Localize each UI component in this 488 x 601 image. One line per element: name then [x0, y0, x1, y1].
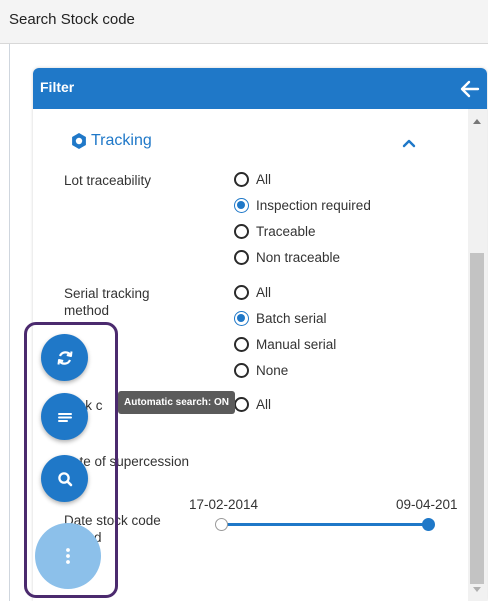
radio-button[interactable]	[234, 284, 249, 300]
radio-button[interactable]	[234, 362, 249, 378]
serial-option-manual-serial[interactable]: Manual serial	[234, 334, 336, 354]
serial-option-none[interactable]: None	[234, 360, 288, 380]
date-range-start: 17-02-2014	[189, 497, 259, 512]
gear-icon	[72, 133, 86, 149]
left-divider	[9, 44, 10, 601]
list-icon	[57, 412, 72, 422]
search-button[interactable]	[41, 455, 88, 502]
refresh-button[interactable]	[41, 334, 88, 381]
list-button[interactable]	[41, 393, 88, 440]
refresh-icon	[57, 350, 72, 365]
section-header-tracking[interactable]: Tracking	[70, 132, 152, 150]
lot-option-non-traceable[interactable]: Non traceable	[234, 247, 340, 267]
back-arrow-icon[interactable]	[456, 76, 484, 102]
serial-option-all[interactable]: All	[234, 282, 271, 302]
stock-code-option-all[interactable]: All	[234, 394, 271, 414]
date-range-start-handle[interactable]	[215, 518, 228, 531]
serial-option-batch-serial[interactable]: Batch serial	[234, 308, 327, 328]
scrollbar-thumb[interactable]	[470, 253, 484, 584]
scroll-down-arrow-icon[interactable]	[473, 587, 481, 592]
lot-option-inspection-required[interactable]: Inspection required	[234, 195, 371, 215]
radio-button[interactable]	[234, 249, 249, 265]
window-title: Search Stock code	[9, 11, 135, 28]
automatic-search-tooltip: Automatic search: ON	[118, 391, 236, 414]
radio-button-selected[interactable]	[234, 197, 249, 213]
radio-button[interactable]	[234, 223, 249, 239]
section-title-label: Tracking	[91, 132, 152, 149]
scrollbar[interactable]	[468, 109, 487, 601]
chevron-up-icon[interactable]	[402, 138, 416, 148]
window-header: Search Stock code	[0, 0, 488, 44]
serial-tracking-label: Serial tracking method	[64, 286, 150, 318]
radio-button[interactable]	[234, 396, 249, 412]
lot-option-traceable[interactable]: Traceable	[234, 221, 316, 241]
search-icon	[57, 471, 72, 486]
radio-button[interactable]	[234, 171, 249, 187]
date-range-end-handle[interactable]	[422, 518, 435, 531]
date-range-slider-track[interactable]	[222, 523, 430, 526]
scroll-up-arrow-icon[interactable]	[473, 119, 481, 124]
date-range-end: 09-04-201	[396, 497, 458, 512]
more-actions-button[interactable]	[35, 523, 101, 589]
radio-button-selected[interactable]	[234, 310, 249, 326]
lot-traceability-label: Lot traceability	[64, 173, 152, 188]
radio-button[interactable]	[234, 336, 249, 352]
more-vertical-icon	[66, 548, 70, 564]
filter-title: Filter	[40, 79, 75, 95]
filter-header: Filter	[33, 68, 487, 109]
lot-option-all[interactable]: All	[234, 169, 271, 189]
